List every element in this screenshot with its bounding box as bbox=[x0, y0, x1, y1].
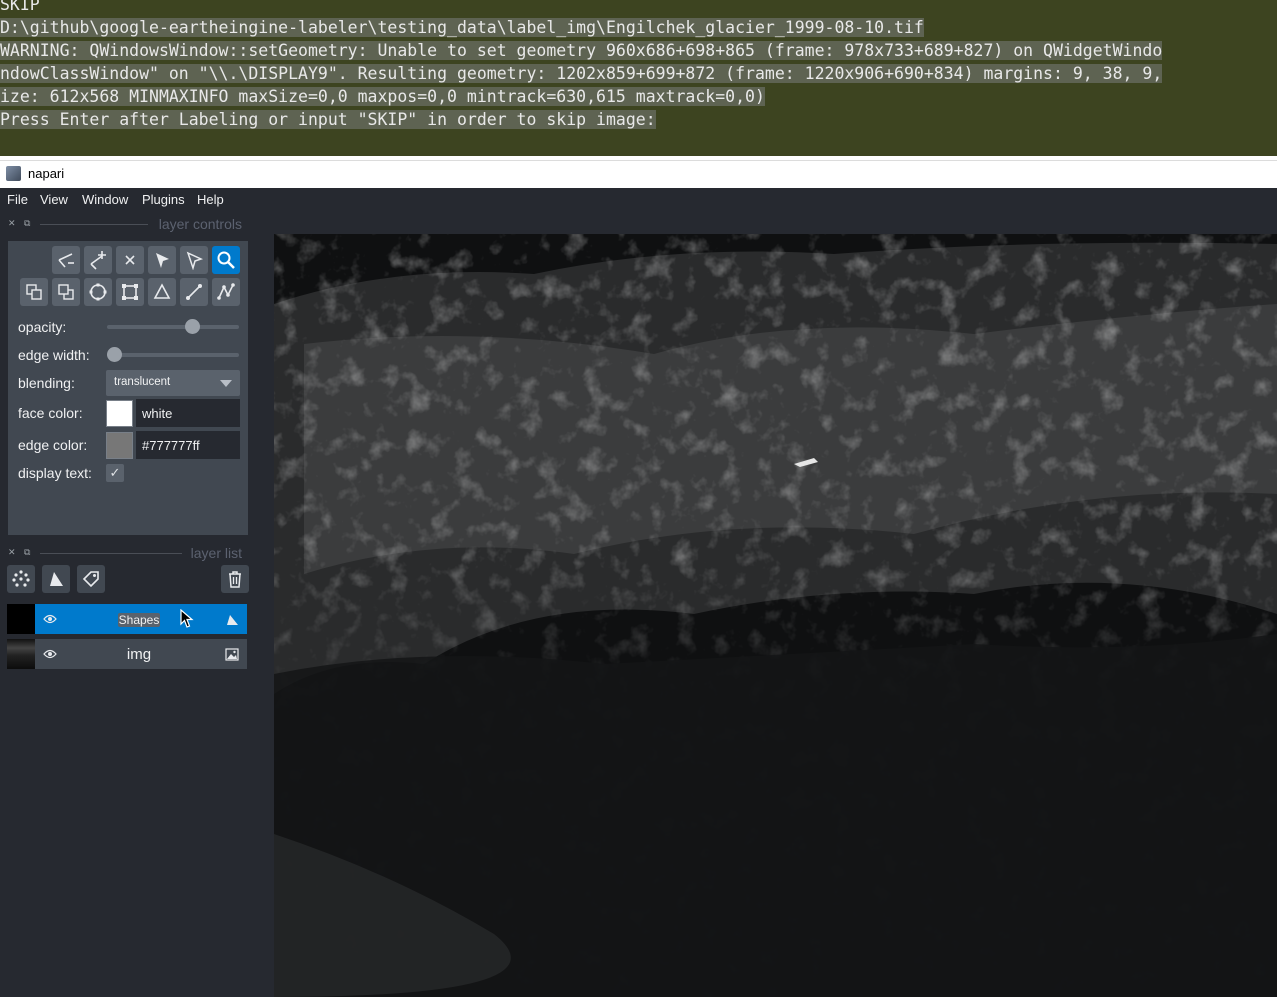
delete-shape-icon[interactable] bbox=[116, 246, 144, 274]
face-color-label: face color: bbox=[18, 405, 83, 421]
window-titlebar[interactable]: napari bbox=[0, 160, 1277, 189]
layer-list-title: layer list bbox=[190, 545, 242, 561]
layer-controls-panel: opacity: edge width: blending: transluce… bbox=[8, 241, 248, 535]
opacity-slider[interactable] bbox=[107, 325, 239, 329]
close-dock-icon[interactable]: ✕ bbox=[8, 547, 16, 558]
ellipse-icon[interactable] bbox=[84, 278, 112, 306]
menubar: File View Window Plugins Help bbox=[0, 188, 1277, 212]
new-shapes-icon[interactable] bbox=[42, 565, 70, 593]
new-labels-icon[interactable] bbox=[77, 565, 105, 593]
add-vertex-icon[interactable] bbox=[84, 246, 112, 274]
shapes-type-icon bbox=[227, 615, 238, 625]
opacity-slider-handle[interactable] bbox=[185, 319, 201, 334]
edge-width-slider-handle[interactable] bbox=[107, 347, 122, 362]
layer-controls-header: ✕ ⧉ layer controls bbox=[8, 216, 244, 232]
chevron-down-icon bbox=[220, 380, 232, 387]
edge-color-swatch[interactable] bbox=[106, 432, 133, 459]
header-divider bbox=[40, 553, 182, 554]
trash-icon[interactable] bbox=[221, 565, 249, 593]
eye-icon[interactable] bbox=[43, 648, 57, 660]
move-front-icon[interactable] bbox=[52, 278, 80, 306]
face-color-swatch[interactable] bbox=[106, 400, 133, 427]
layer-row-img[interactable]: img bbox=[7, 639, 247, 669]
select-vertex-icon[interactable] bbox=[180, 246, 208, 274]
eye-icon[interactable] bbox=[43, 613, 57, 625]
layer-row-shapes[interactable]: Shapes bbox=[7, 604, 247, 634]
menu-window[interactable]: Window bbox=[82, 192, 128, 207]
terminal-line: SKIP bbox=[0, 0, 40, 14]
terminal-line: ize: 612x568 MINMAXINFO maxSize=0,0 maxp… bbox=[0, 87, 765, 106]
header-divider bbox=[40, 224, 148, 225]
layer-thumbnail bbox=[7, 639, 35, 669]
edge-width-label: edge width: bbox=[18, 347, 90, 363]
menu-view[interactable]: View bbox=[40, 192, 68, 207]
polygon-icon[interactable] bbox=[148, 278, 176, 306]
image-type-icon bbox=[225, 648, 239, 661]
edge-color-input[interactable]: #777777ff bbox=[136, 431, 240, 459]
float-dock-icon[interactable]: ⧉ bbox=[24, 218, 30, 229]
terminal-line: D:\github\google-eartheingine-labeler\te… bbox=[0, 18, 924, 37]
float-dock-icon[interactable]: ⧉ bbox=[24, 547, 30, 558]
layer-name-input[interactable]: Shapes bbox=[105, 613, 173, 627]
window-title: napari bbox=[28, 166, 65, 181]
edge-width-slider[interactable] bbox=[107, 353, 239, 357]
layer-name[interactable]: img bbox=[105, 646, 173, 663]
pan-zoom-icon[interactable] bbox=[212, 246, 240, 274]
layer-body[interactable]: img bbox=[35, 639, 247, 669]
blending-value: translucent bbox=[114, 376, 171, 388]
remove-vertex-icon[interactable] bbox=[52, 246, 80, 274]
layer-list-header: ✕ ⧉ layer list bbox=[8, 545, 244, 561]
terminal-line: WARNING: QWindowsWindow::setGeometry: Un… bbox=[0, 41, 1163, 60]
terminal-prompt[interactable]: Press Enter after Labeling or input "SKI… bbox=[0, 108, 656, 131]
close-dock-icon[interactable]: ✕ bbox=[8, 218, 16, 229]
blending-label: blending: bbox=[18, 375, 75, 391]
edge-color-label: edge color: bbox=[18, 437, 88, 453]
napari-app-icon bbox=[6, 166, 21, 181]
path-icon[interactable] bbox=[212, 278, 240, 306]
menu-plugins[interactable]: Plugins bbox=[142, 192, 185, 207]
line-icon[interactable] bbox=[180, 278, 208, 306]
layer-controls-title: layer controls bbox=[158, 216, 242, 232]
satellite-image bbox=[274, 234, 1277, 997]
rectangle-icon[interactable] bbox=[116, 278, 144, 306]
display-text-label: display text: bbox=[18, 465, 92, 481]
new-points-icon[interactable] bbox=[7, 565, 35, 593]
terminal-output: SKIP D:\github\google-eartheingine-label… bbox=[0, 0, 1277, 156]
move-back-icon[interactable] bbox=[20, 278, 48, 306]
display-text-checkbox[interactable]: ✓ bbox=[106, 464, 124, 482]
mouse-cursor-icon bbox=[180, 609, 194, 628]
select-shape-icon[interactable] bbox=[148, 246, 176, 274]
layer-thumbnail bbox=[7, 604, 35, 634]
image-canvas[interactable] bbox=[274, 234, 1277, 997]
blending-select[interactable]: translucent bbox=[106, 370, 240, 396]
menu-help[interactable]: Help bbox=[197, 192, 224, 207]
opacity-label: opacity: bbox=[18, 319, 67, 335]
face-color-input[interactable]: white bbox=[136, 399, 240, 427]
layer-body[interactable]: Shapes bbox=[35, 604, 247, 634]
terminal-line: ndowClassWindow" on "\\.\DISPLAY9". Resu… bbox=[0, 64, 1163, 83]
menu-file[interactable]: File bbox=[7, 192, 28, 207]
